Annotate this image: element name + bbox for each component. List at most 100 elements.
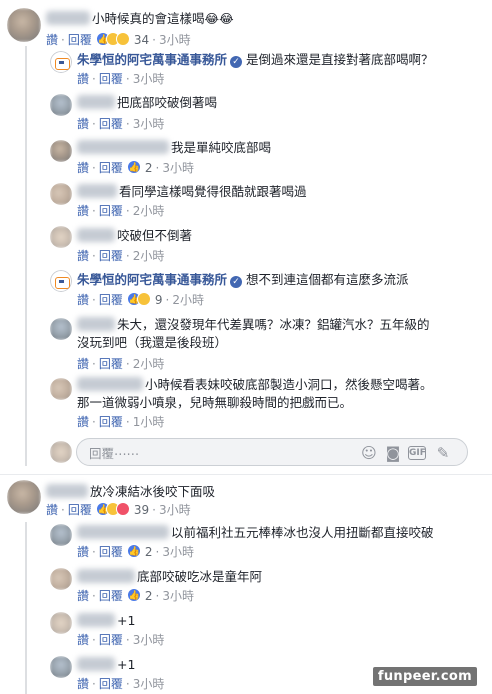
timestamp[interactable]: 3小時 [162,545,194,559]
like-link[interactable]: 讚 [77,357,89,371]
timestamp[interactable]: 2小時 [133,357,165,371]
comment-meta: 讚 · 回覆 · 2小時 [77,357,165,371]
page-avatar[interactable] [50,51,72,73]
author-name-redacted[interactable] [46,484,88,498]
avatar[interactable] [7,480,41,514]
reply-link[interactable]: 回覆 [99,249,123,263]
like-link[interactable]: 讚 [77,415,89,429]
gif-icon[interactable]: GIF [408,446,426,460]
avatar[interactable] [7,8,41,42]
avatar[interactable] [50,524,72,546]
watermark: funpeer.com [372,667,477,686]
author-name-redacted[interactable] [77,140,169,154]
timestamp[interactable]: 2小時 [133,204,165,218]
reaction-summary[interactable] [95,502,130,520]
like-reaction-icon [126,544,141,560]
reply-link[interactable]: 回覆 [99,117,123,131]
like-link[interactable]: 讚 [46,33,58,47]
avatar[interactable] [50,656,72,678]
reply-link[interactable]: 回覆 [99,204,123,218]
author-name-redacted[interactable] [77,569,135,583]
comment-text: 小時候看表妹咬破底部製造小洞口，然後懸空喝著。 [145,377,433,392]
like-link[interactable]: 讚 [77,117,89,131]
reply-composer[interactable]: ☺ ◙ GIF ✎ [76,438,468,466]
like-reaction-icon [126,160,141,176]
reply-link[interactable]: 回覆 [99,357,123,371]
reaction-count: 2 [144,589,153,603]
avatar[interactable] [50,378,72,400]
reaction-summary[interactable] [126,292,151,310]
comment-text: 看同學這樣喝覺得很酷就跟著喝過 [119,184,307,199]
author-name-redacted[interactable] [77,95,115,109]
avatar[interactable] [50,140,72,162]
avatar[interactable] [50,318,72,340]
author-name[interactable]: 朱學恒的阿宅萬事通事務所 [77,272,227,287]
like-link[interactable]: 讚 [46,503,58,517]
comment-text: 是倒過來還是直接對著底部喝啊？ [246,52,434,67]
reply-link[interactable]: 回覆 [99,633,123,647]
author-name-redacted[interactable] [77,184,117,198]
timestamp[interactable]: 3小時 [133,72,165,86]
like-link[interactable]: 讚 [77,293,89,307]
like-link[interactable]: 讚 [77,589,89,603]
author-name-redacted[interactable] [77,377,143,391]
comment-text: 把底部咬破倒著喝 [117,95,218,110]
comment-meta: 讚 · 回覆 · 2小時 [77,204,165,218]
reaction-summary[interactable] [126,160,141,178]
author-name-redacted[interactable] [77,657,115,671]
avatar[interactable] [50,612,72,634]
like-link[interactable]: 讚 [77,161,89,175]
avatar[interactable] [50,183,72,205]
like-link[interactable]: 讚 [77,249,89,263]
reply-link[interactable]: 回覆 [68,33,92,47]
like-link[interactable]: 讚 [77,633,89,647]
timestamp[interactable]: 3小時 [162,589,194,603]
avatar[interactable] [50,568,72,590]
like-link[interactable]: 讚 [77,545,89,559]
reply-link[interactable]: 回覆 [99,161,123,175]
author-name-redacted[interactable] [77,613,115,627]
reply-link[interactable]: 回覆 [99,415,123,429]
reaction-summary[interactable] [126,588,141,606]
reply-input[interactable] [89,444,339,462]
comment-meta: 讚·回覆39·3小時 [46,502,191,520]
avatar[interactable] [50,94,72,116]
timestamp[interactable]: 2小時 [172,293,204,307]
emoji-icon[interactable]: ☺ [360,444,378,462]
reply-link[interactable]: 回覆 [99,545,123,559]
like-link[interactable]: 讚 [77,677,89,691]
reaction-summary[interactable] [126,544,141,562]
reply-link[interactable]: 回覆 [99,677,123,691]
timestamp[interactable]: 3小時 [133,633,165,647]
comment-text: 放冷凍結冰後咬下面吸 [90,484,216,499]
author-name-redacted[interactable] [77,525,169,539]
timestamp[interactable]: 3小時 [133,677,165,691]
verified-badge-icon: ✓ [230,276,243,288]
timestamp[interactable]: 1小時 [133,415,165,429]
comment-text: +1 [117,657,136,672]
like-link[interactable]: 讚 [77,72,89,86]
author-name-redacted[interactable] [77,228,115,242]
camera-icon[interactable]: ◙ [384,444,402,462]
like-reaction-icon [126,588,141,604]
avatar[interactable] [50,226,72,248]
timestamp[interactable]: 3小時 [133,117,165,131]
timestamp[interactable]: 3小時 [159,33,191,47]
reply-link[interactable]: 回覆 [99,293,123,307]
reply-link[interactable]: 回覆 [99,589,123,603]
timestamp[interactable]: 3小時 [159,503,191,517]
reaction-count: 2 [144,161,153,175]
page-avatar[interactable] [50,270,72,292]
comment-meta: 讚 · 回覆 · 2小時 [77,249,165,263]
timestamp[interactable]: 3小時 [162,161,194,175]
sticker-icon[interactable]: ✎ [434,444,452,462]
reply-link[interactable]: 回覆 [68,503,92,517]
author-name-redacted[interactable] [46,11,90,25]
timestamp[interactable]: 2小時 [133,249,165,263]
reaction-summary[interactable] [95,32,130,50]
reply-link[interactable]: 回覆 [99,72,123,86]
like-link[interactable]: 讚 [77,204,89,218]
author-name[interactable]: 朱學恒的阿宅萬事通事務所 [77,52,227,67]
comment-text: 小時候真的會這樣喝😂😂 [92,11,234,26]
author-name-redacted[interactable] [77,317,115,331]
